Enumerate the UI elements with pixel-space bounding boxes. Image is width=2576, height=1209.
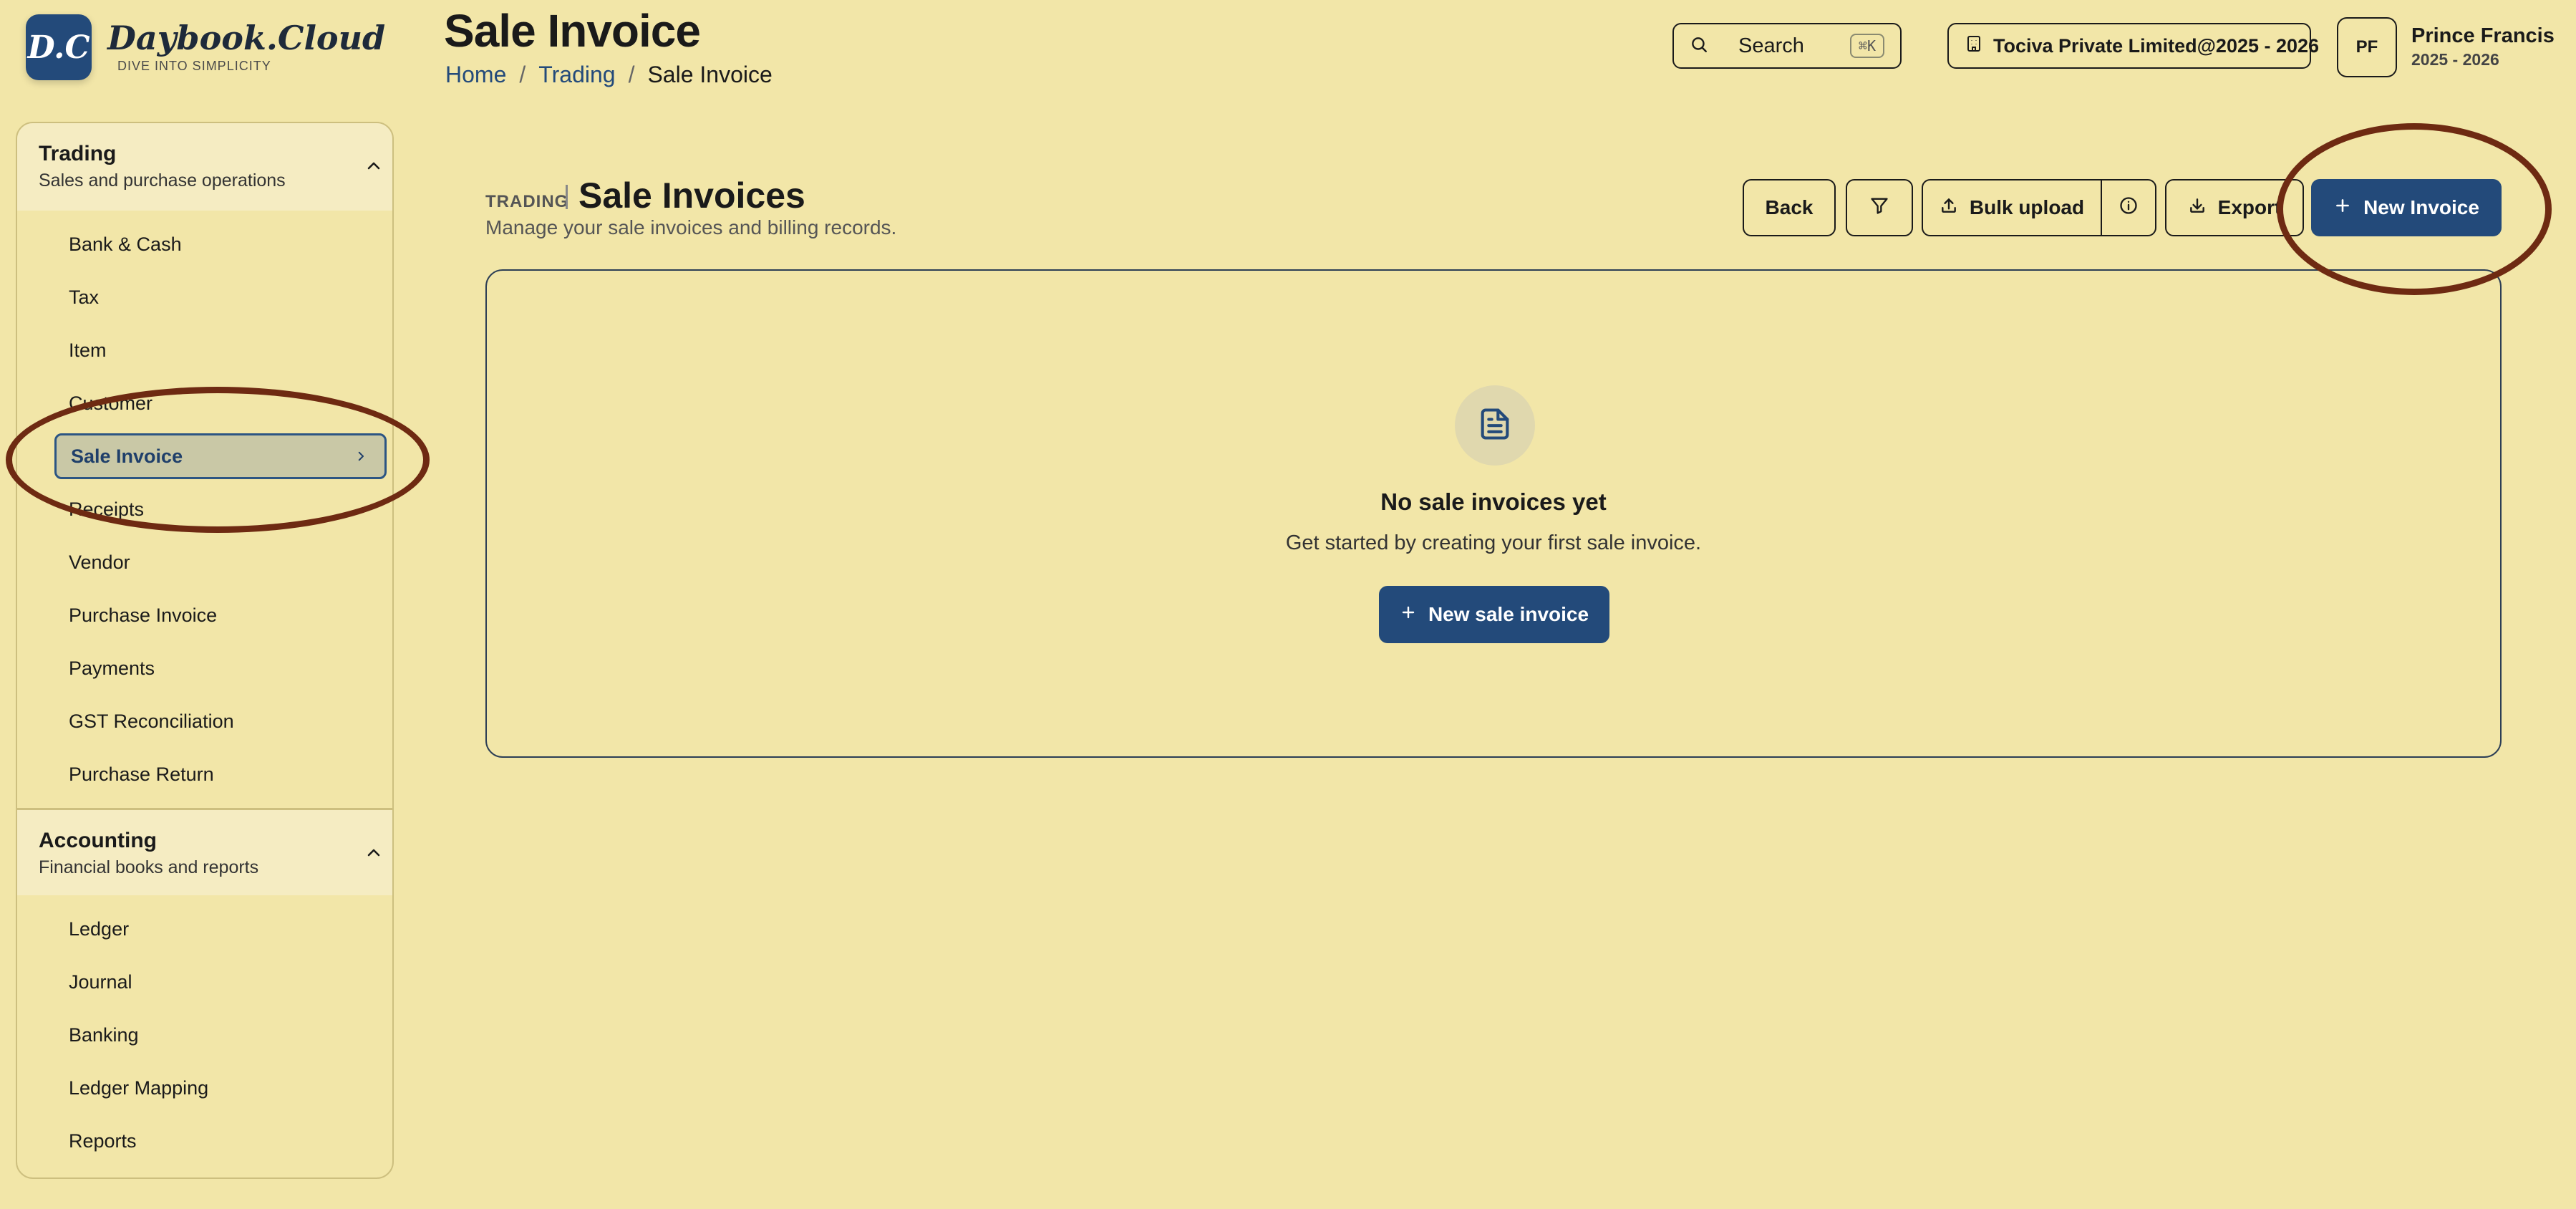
avatar[interactable]: PF [2337,17,2397,77]
sidebar-item-label: Sale Invoice [71,445,183,467]
section-description: Manage your sale invoices and billing re… [485,216,897,239]
breadcrumb-current: Sale Invoice [647,62,773,87]
breadcrumb-home[interactable]: Home [445,62,506,88]
empty-state-description: Get started by creating your first sale … [1285,531,1702,554]
search-icon [1690,35,1708,57]
filter-icon [1869,196,1889,221]
export-button[interactable]: Export [2165,179,2304,236]
bulk-upload-info-button[interactable] [2101,179,2156,236]
filter-button[interactable] [1846,179,1913,236]
sidebar-item-journal[interactable]: Journal [17,955,392,1008]
sidebar-section-subtitle: Sales and purchase operations [39,170,286,191]
sidebar-item-vendor[interactable]: Vendor [17,536,392,589]
sidebar-item-customer[interactable]: Customer [17,377,392,430]
sidebar-item-receipts[interactable]: Receipts [17,483,392,536]
download-icon [2188,196,2207,220]
document-icon [1476,405,1514,446]
upload-icon [1940,196,1958,220]
sidebar-section-accounting[interactable]: Accounting Financial books and reports [17,808,392,895]
breadcrumb-separator: / [628,62,635,87]
info-icon [2119,196,2139,221]
sidebar-item-reports[interactable]: Reports [17,1114,392,1167]
breadcrumb-separator: / [519,62,526,87]
user-name: Prince Francis [2411,24,2555,47]
bulk-upload-label: Bulk upload [1969,196,2085,218]
sidebar-item-ledger[interactable]: Ledger [17,902,392,955]
chevron-up-icon[interactable] [364,156,384,176]
sidebar-item-purchase-return[interactable]: Purchase Return [17,748,392,801]
logo-text: Daybook.Cloud DIVE INTO SIMPLICITY [107,21,385,73]
chevron-up-icon[interactable] [364,843,384,863]
bulk-upload-button[interactable]: Bulk upload [1922,179,2102,236]
sidebar-item-gst-reconciliation[interactable]: GST Reconciliation [17,695,392,748]
sidebar-item-banking[interactable]: Banking [17,1008,392,1061]
sidebar-item-ledger-mapping[interactable]: Ledger Mapping [17,1061,392,1114]
building-icon [1966,35,1982,57]
new-sale-invoice-label: New sale invoice [1428,603,1589,625]
new-sale-invoice-button[interactable]: New sale invoice [1379,586,1609,643]
empty-state-icon-wrap [1455,385,1535,466]
export-label: Export [2217,196,2282,218]
sidebar-item-sale-invoice[interactable]: Sale Invoice [54,433,387,479]
plus-icon [2333,196,2352,220]
app-logo[interactable]: D.C Daybook.Cloud DIVE INTO SIMPLICITY [26,14,385,80]
sidebar-section-subtitle: Financial books and reports [39,857,259,877]
sidebar-section-trading[interactable]: Trading Sales and purchase operations [17,123,392,211]
company-selector[interactable]: Tociva Private Limited@2025 - 2026 [1947,23,2319,69]
chevron-right-icon [354,445,367,468]
search-shortcut: ⌘K [1849,34,1884,58]
sidebar: Trading Sales and purchase operations Ba… [16,122,394,1179]
logo-tagline: DIVE INTO SIMPLICITY [117,58,271,73]
sidebar-item-tax[interactable]: Tax [17,271,392,324]
breadcrumb-trading[interactable]: Trading [538,62,615,88]
eyebrow-divider [566,185,568,209]
new-invoice-label: New Invoice [2363,196,2479,218]
logo-name: Daybook.Cloud [107,19,386,58]
new-invoice-button[interactable]: New Invoice [2311,179,2502,236]
sidebar-item-payments[interactable]: Payments [17,642,392,695]
section-eyebrow: TRADING [485,192,569,211]
page-title: Sale Invoice [444,5,701,57]
search-button[interactable]: Search ⌘K [1672,23,1902,69]
logo-badge: D.C [26,14,92,80]
app-root: D.C Daybook.Cloud DIVE INTO SIMPLICITY S… [0,0,2576,1209]
back-button[interactable]: Back [1743,179,1836,236]
search-label: Search [1738,34,1804,57]
empty-state-title: No sale invoices yet [1380,488,1607,515]
user-year: 2025 - 2026 [2411,50,2499,69]
section-title: Sale Invoices [578,175,805,216]
company-label: Tociva Private Limited@2025 - 2026 [1993,34,2320,57]
breadcrumb: Home / Trading / Sale Invoice [445,62,773,88]
sidebar-item-bank-cash[interactable]: Bank & Cash [17,218,392,271]
empty-state-card: No sale invoices yet Get started by crea… [485,269,2502,758]
sidebar-item-purchase-invoice[interactable]: Purchase Invoice [17,589,392,642]
sidebar-section-title: Trading [39,142,117,165]
sidebar-section-title: Accounting [39,829,157,852]
plus-icon [1400,603,1417,626]
sidebar-item-item[interactable]: Item [17,324,392,377]
